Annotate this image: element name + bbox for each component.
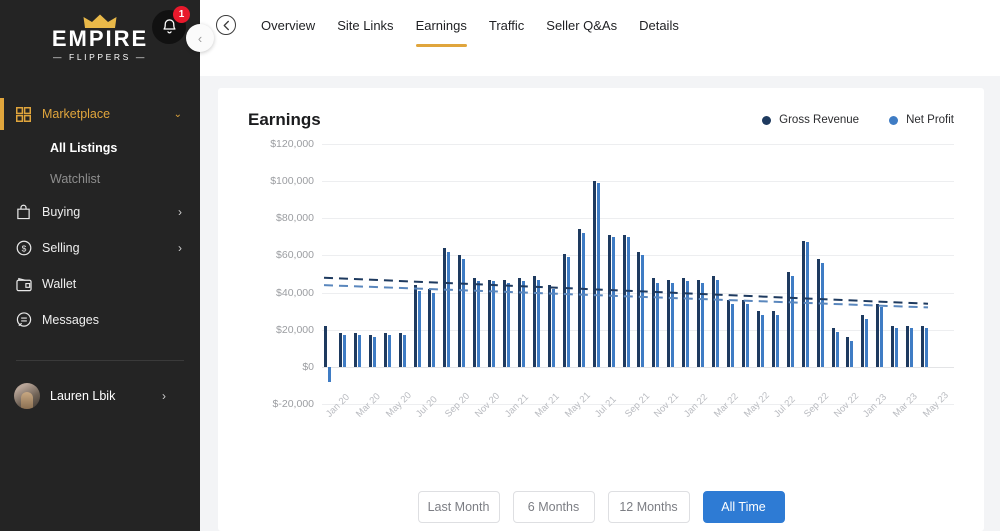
chevron-right-icon[interactable]: › (178, 241, 182, 255)
logo-flippers-text: — FLIPPERS — (52, 52, 148, 62)
y-axis-tick-label: $0 (302, 360, 314, 373)
sidebar-item-buying[interactable]: Buying › (0, 194, 200, 230)
plot-area (322, 144, 954, 405)
sidebar-nav: Marketplace ⌄ All Listings Watchlist Buy… (0, 96, 200, 338)
sidebar-item-all-listings[interactable]: All Listings (0, 132, 200, 163)
tab-details[interactable]: Details (628, 0, 690, 39)
y-axis-tick-label: $40,000 (276, 286, 314, 299)
legend-dot (889, 115, 899, 125)
bag-icon (16, 204, 42, 220)
earnings-chart: $120,000 $100,000 $80,000 $60,000 $40,000 $20… (248, 138, 954, 474)
sidebar-item-label: Buying (42, 205, 81, 219)
sidebar-user[interactable]: Lauren Lbik › (0, 361, 200, 409)
sidebar-item-wallet[interactable]: Wallet (0, 266, 200, 302)
range-selector: Last Month 6 Months 12 Months All Time (218, 491, 984, 523)
grid-icon (16, 106, 42, 122)
user-name: Lauren Lbik (50, 389, 116, 403)
legend-label: Net Profit (906, 114, 954, 126)
range-button-6-months[interactable]: 6 Months (512, 491, 595, 523)
range-button-12-months[interactable]: 12 Months (607, 491, 690, 523)
chevron-down-icon[interactable]: ⌄ (174, 109, 182, 120)
sidebar-item-selling[interactable]: $ Selling › (0, 230, 200, 266)
page-title: Earnings (248, 110, 321, 129)
sidebar-item-label: Watchlist (50, 171, 101, 186)
chevron-right-icon[interactable]: › (178, 205, 182, 219)
y-axis: $120,000 $100,000 $80,000 $60,000 $40,000 $20… (248, 138, 314, 410)
y-axis-tick-label: $-20,000 (272, 398, 314, 410)
chat-icon (16, 312, 42, 328)
sidebar-item-marketplace[interactable]: Marketplace ⌄ (0, 96, 200, 132)
legend-dot (762, 115, 772, 125)
chart-legend: Gross Revenue Net Profit (762, 114, 954, 126)
legend-item-net-profit[interactable]: Net Profit (889, 114, 954, 126)
app-root: EMPIRE — FLIPPERS — 1 Marketplace ⌄ All … (0, 0, 1000, 531)
legend-label: Gross Revenue (779, 114, 860, 126)
trendline (323, 276, 929, 305)
sidebar-item-label: All Listings (50, 140, 118, 155)
legend-item-gross-revenue[interactable]: Gross Revenue (762, 114, 859, 126)
tab-earnings[interactable]: Earnings (405, 0, 478, 47)
tab-bar: Overview Site Links Earnings Traffic Sel… (250, 0, 690, 47)
notification-badge: 1 (173, 6, 190, 23)
chevron-right-icon[interactable]: › (162, 389, 166, 403)
topbar: Overview Site Links Earnings Traffic Sel… (200, 0, 1000, 76)
brand-logo[interactable]: EMPIRE — FLIPPERS — 1 (0, 0, 200, 76)
card-header: Earnings Gross Revenue Net Profit (248, 110, 954, 130)
sidebar-item-label: Marketplace (42, 107, 111, 121)
trendline (323, 284, 929, 309)
tab-site-links[interactable]: Site Links (326, 0, 404, 39)
y-axis-tick-label: $60,000 (276, 249, 314, 262)
range-button-all-time[interactable]: All Time (702, 491, 785, 523)
back-arrow-icon[interactable] (216, 15, 236, 35)
sidebar-item-watchlist[interactable]: Watchlist (0, 163, 200, 194)
svg-text:$: $ (22, 243, 27, 253)
sidebar-item-label: Wallet (42, 277, 77, 291)
x-axis: Jan 20 Mar 20 May 20 Jul 20 Sep 20 Nov 20 Jan … (322, 390, 954, 466)
content: Earnings Gross Revenue Net Profit $120,0… (200, 76, 1000, 531)
sidebar-item-messages[interactable]: Messages (0, 302, 200, 338)
tab-seller-qas[interactable]: Seller Q&As (535, 0, 628, 39)
range-button-last-month[interactable]: Last Month (417, 491, 500, 523)
trendlines (323, 276, 929, 309)
tab-traffic[interactable]: Traffic (478, 0, 535, 39)
sidebar-collapse-button[interactable]: ‹ (186, 24, 214, 52)
y-axis-tick-label: $100,000 (270, 175, 314, 188)
y-axis-tick-label: $80,000 (276, 212, 314, 225)
tab-overview[interactable]: Overview (250, 0, 326, 39)
notifications-button[interactable]: 1 (152, 6, 190, 44)
sidebar-item-label: Messages (42, 313, 99, 327)
main-area: Overview Site Links Earnings Traffic Sel… (200, 0, 1000, 531)
earnings-card: Earnings Gross Revenue Net Profit $120,0… (218, 88, 984, 531)
dollar-circle-icon: $ (16, 240, 42, 256)
wallet-icon (16, 277, 42, 292)
y-axis-tick-label: $20,000 (276, 323, 314, 336)
avatar (14, 383, 40, 409)
y-axis-tick-label: $120,000 (270, 138, 314, 150)
sidebar: EMPIRE — FLIPPERS — 1 Marketplace ⌄ All … (0, 0, 200, 531)
sidebar-item-label: Selling (42, 241, 80, 255)
